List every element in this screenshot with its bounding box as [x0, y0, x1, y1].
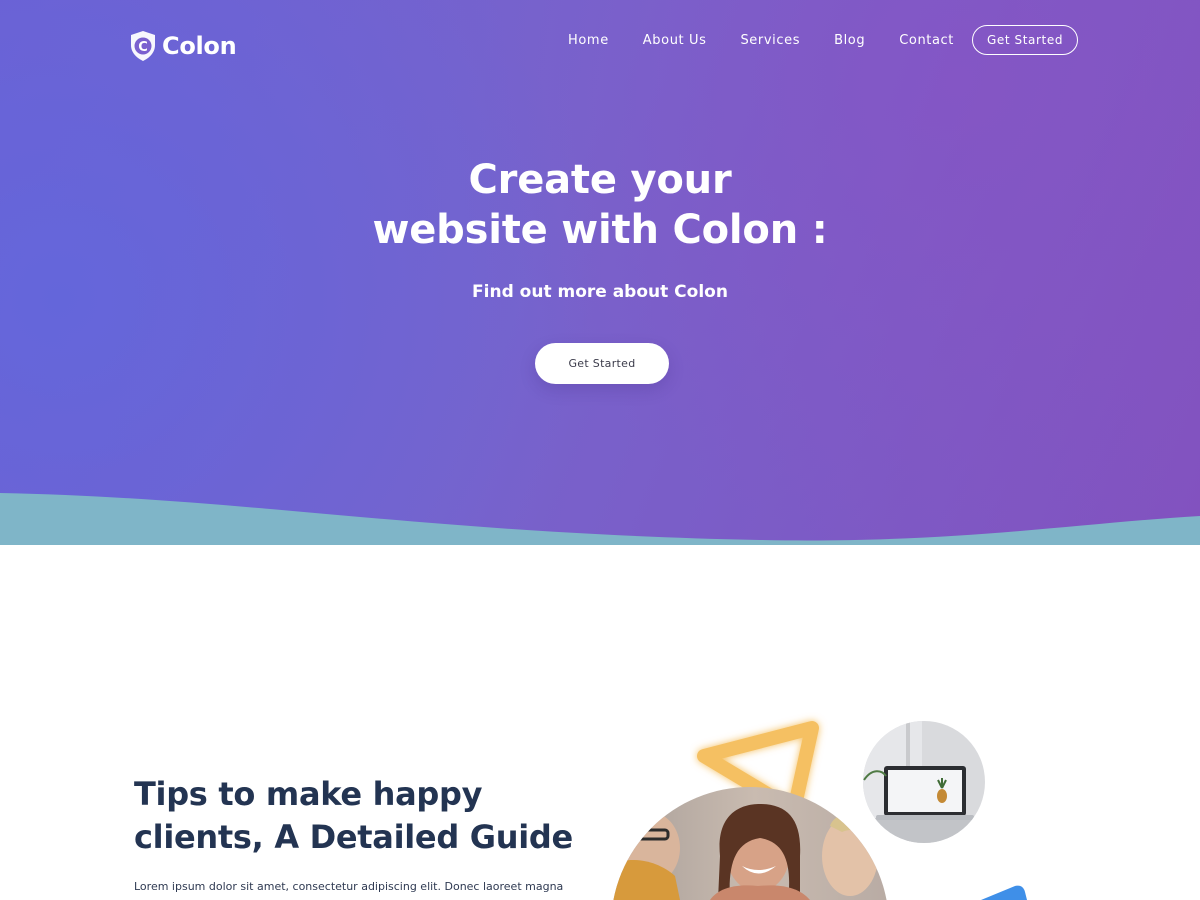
brand-name: Colon [162, 32, 237, 60]
hero-title-line-2: website with Colon : [372, 207, 828, 253]
hero-title-line-1: Create your [468, 157, 732, 203]
laptop-photo [863, 721, 985, 843]
nav-link-contact[interactable]: Contact [899, 33, 954, 48]
hero-subtitle: Find out more about Colon [472, 282, 728, 302]
nav-link-blog[interactable]: Blog [834, 33, 865, 48]
nav-link-services[interactable]: Services [740, 33, 800, 48]
logo-letter: C [138, 40, 148, 55]
section-body-text: Lorem ipsum dolor sit amet, consectetur … [134, 880, 564, 893]
brand-logo[interactable]: C Colon [128, 30, 237, 62]
hero-wave-divider [0, 493, 1200, 545]
nav-link-about-us[interactable]: About Us [643, 33, 707, 48]
blue-shape-icon [981, 885, 1027, 900]
nav-get-started-button[interactable]: Get Started [972, 25, 1078, 55]
main-nav: Home About Us Services Blog Contact Get … [568, 25, 1078, 55]
section-title: Tips to make happy clients, A Detailed G… [134, 773, 594, 859]
section-title-line-1: Tips to make happy [134, 775, 483, 813]
hero-section: C Colon Home About Us Services Blog Cont… [0, 0, 1200, 545]
shield-c-icon: C [131, 31, 155, 61]
nav-link-home[interactable]: Home [568, 33, 609, 48]
section-title-line-2: clients, A Detailed Guide [134, 818, 573, 856]
team-photo [611, 787, 889, 900]
hero-get-started-button[interactable]: Get Started [535, 343, 669, 384]
hero-title: Create your website with Colon : [0, 155, 1200, 255]
